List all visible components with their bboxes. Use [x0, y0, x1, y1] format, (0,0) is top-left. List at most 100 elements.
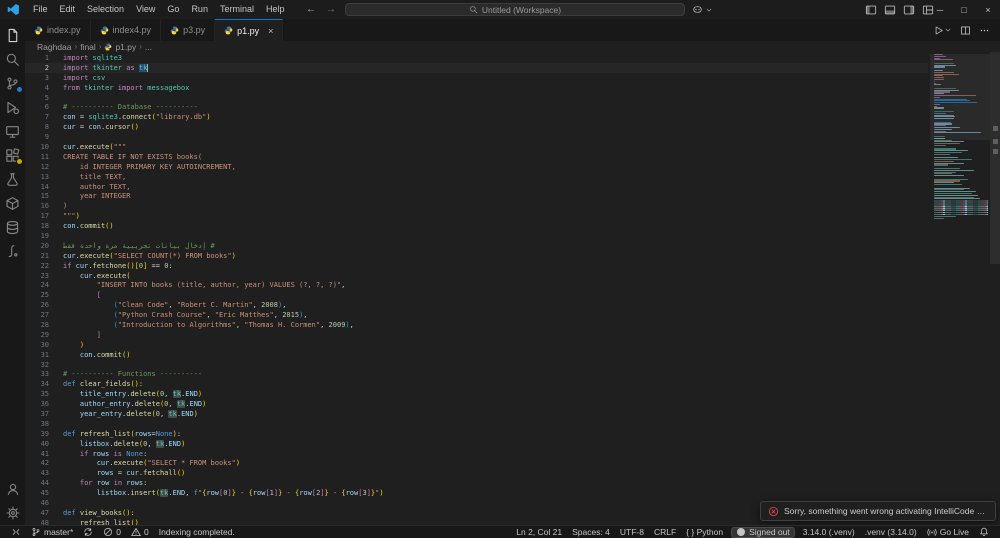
code-line[interactable]: 38 — [25, 419, 928, 429]
activity-extensions-icon[interactable] — [0, 143, 25, 167]
code-line[interactable]: 1 import sqlite3 — [25, 53, 928, 63]
breadcrumb-item-p1py[interactable]: p1.py — [104, 42, 136, 52]
activity-misc-extension-icon[interactable] — [0, 239, 25, 263]
code-line[interactable]: 29 ] — [25, 330, 928, 340]
forward-arrow-icon[interactable]: → — [326, 4, 336, 15]
code-line[interactable]: 13 title TEXT, — [25, 172, 928, 182]
code-line[interactable]: 9 — [25, 132, 928, 142]
status-crlf[interactable]: CRLF — [649, 526, 681, 538]
code-line[interactable]: 26 ("Clean Code", "Robert C. Martin", 20… — [25, 300, 928, 310]
code-line[interactable]: 25 [ — [25, 290, 928, 300]
code-line[interactable]: 43 rows = cur.fetchall() — [25, 468, 928, 478]
code-line[interactable]: 44 for row in rows: — [25, 478, 928, 488]
status-master[interactable]: master* — [26, 526, 78, 538]
code-line[interactable]: 21 cur.execute("SELECT COUNT(*) FROM book… — [25, 251, 928, 261]
status-0[interactable]: 0 — [126, 526, 154, 538]
scrollbar[interactable] — [990, 52, 1000, 525]
activity-settings-icon[interactable] — [0, 501, 25, 525]
more-actions-icon[interactable] — [979, 25, 990, 36]
activity-testing-icon[interactable] — [0, 167, 25, 191]
layout-panel-icon[interactable] — [884, 4, 896, 16]
split-editor-icon[interactable] — [960, 25, 971, 36]
code-line[interactable]: 14 author TEXT, — [25, 182, 928, 192]
code-line[interactable]: 24 "INSERT INTO books (title, author, ye… — [25, 280, 928, 290]
code-line[interactable]: 5 — [25, 93, 928, 103]
code-line[interactable]: 36 author_entry.delete(0, tk.END) — [25, 399, 928, 409]
code-line[interactable]: 40 listbox.delete(0, tk.END) — [25, 439, 928, 449]
code-line[interactable]: 11 CREATE TABLE IF NOT EXISTS books( — [25, 152, 928, 162]
code-line[interactable]: 45 listbox.insert(tk.END, f"{row[0]} - {… — [25, 488, 928, 498]
code-line[interactable]: 34 def clear_fields(): — [25, 379, 928, 389]
status-python[interactable]: { } Python — [681, 526, 728, 538]
status-signed-out[interactable]: Signed out — [731, 526, 795, 538]
code-line[interactable]: 37 year_entry.delete(0, tk.END) — [25, 409, 928, 419]
menu-help[interactable]: Help — [260, 0, 291, 19]
code-line[interactable]: 15 year INTEGER — [25, 191, 928, 201]
layout-sidebar-right-icon[interactable] — [903, 4, 915, 16]
activity-account-icon[interactable] — [0, 477, 25, 501]
code-line[interactable]: 17 """) — [25, 211, 928, 221]
code-line[interactable]: 27 ("Python Crash Course", "Eric Matthes… — [25, 310, 928, 320]
breadcrumb-item-[interactable]: ... — [145, 42, 152, 52]
back-arrow-icon[interactable]: ← — [306, 4, 316, 15]
code-line[interactable]: 42 cur.execute("SELECT * FROM books") — [25, 459, 928, 469]
code-line[interactable]: 28 ("Introduction to Algorithms", "Thoma… — [25, 320, 928, 330]
activity-package-icon[interactable] — [0, 191, 25, 215]
activity-database-icon[interactable] — [0, 215, 25, 239]
close-window-button[interactable]: × — [976, 0, 1000, 19]
close-tab-icon[interactable]: × — [268, 26, 273, 36]
code-line[interactable]: 12 id INTEGER PRIMARY KEY AUTOINCREMENT, — [25, 162, 928, 172]
code-line[interactable]: 16) — [25, 201, 928, 211]
code-editor[interactable]: 1 import sqlite3 2 import tkinter as tk 3 imp… — [25, 52, 1000, 525]
code-line[interactable]: 19 — [25, 231, 928, 241]
tab-p3.py[interactable]: p3.py — [161, 19, 216, 41]
status-venv-3-14-0[interactable]: .venv (3.14.0) — [860, 526, 922, 538]
code-line[interactable]: 20 # إدخال بيانات تجريبية مرة واحدة فقط — [25, 241, 928, 251]
code-line[interactable]: 8 cur = con.cursor() — [25, 122, 928, 132]
code-line[interactable]: 7 con = sqlite3.connect("library.db") — [25, 112, 928, 122]
code-line[interactable]: 2 import tkinter as tk — [25, 63, 928, 73]
activity-remote-explorer-icon[interactable] — [0, 119, 25, 143]
status-ln-2-col-21[interactable]: Ln 2, Col 21 — [511, 526, 567, 538]
status-0[interactable]: 0 — [98, 526, 126, 538]
code-line[interactable]: 31 con.commit() — [25, 350, 928, 360]
activity-search-icon[interactable] — [0, 47, 25, 71]
activity-source-control-icon[interactable] — [0, 71, 25, 95]
activity-run-debug-icon[interactable] — [0, 95, 25, 119]
status-bell[interactable] — [974, 526, 994, 538]
notification-toast[interactable]: Sorry, something went wrong activating I… — [760, 501, 996, 521]
breadcrumb-item-final[interactable]: final — [80, 42, 96, 52]
status-sync[interactable] — [78, 526, 98, 538]
tab-p1.py[interactable]: p1.py × — [215, 19, 284, 41]
menu-file[interactable]: File — [27, 0, 54, 19]
minimap[interactable] — [930, 54, 990, 525]
menu-run[interactable]: Run — [185, 0, 214, 19]
maximize-button[interactable]: □ — [952, 0, 976, 19]
menu-go[interactable]: Go — [161, 0, 185, 19]
menu-terminal[interactable]: Terminal — [214, 0, 260, 19]
code-line[interactable]: 32 — [25, 360, 928, 370]
code-line[interactable]: 22 if cur.fetchone()[0] == 0: — [25, 261, 928, 271]
code-line[interactable]: 10 cur.execute(""" — [25, 142, 928, 152]
code-line[interactable]: 4 from tkinter import messagebox — [25, 83, 928, 93]
command-center-search[interactable]: Untitled (Workspace) — [345, 3, 685, 16]
code-line[interactable]: 39 def refresh_list(rows=None): — [25, 429, 928, 439]
menu-selection[interactable]: Selection — [81, 0, 130, 19]
layout-sidebar-left-icon[interactable] — [865, 4, 877, 16]
tab-index.py[interactable]: index.py — [25, 19, 91, 41]
code-line[interactable]: 3 import csv — [25, 73, 928, 83]
run-python-file-button[interactable] — [933, 25, 952, 36]
code-line[interactable]: 23 cur.execute( — [25, 271, 928, 281]
status-remote[interactable] — [6, 526, 26, 538]
minimize-button[interactable]: ─ — [928, 0, 952, 19]
status-go-live[interactable]: Go Live — [922, 526, 974, 538]
code-line[interactable]: 33 # ---------- Functions ---------- — [25, 370, 928, 380]
code-line[interactable]: 30 ) — [25, 340, 928, 350]
tab-index4.py[interactable]: index4.py — [90, 19, 162, 41]
status-utf-8[interactable]: UTF-8 — [615, 526, 649, 538]
menu-edit[interactable]: Edit — [54, 0, 82, 19]
code-line[interactable]: 41 if rows is None: — [25, 449, 928, 459]
copilot-menu[interactable] — [692, 3, 713, 16]
code-line[interactable]: 18 con.commit() — [25, 221, 928, 231]
code-line[interactable]: 35 title_entry.delete(0, tk.END) — [25, 389, 928, 399]
